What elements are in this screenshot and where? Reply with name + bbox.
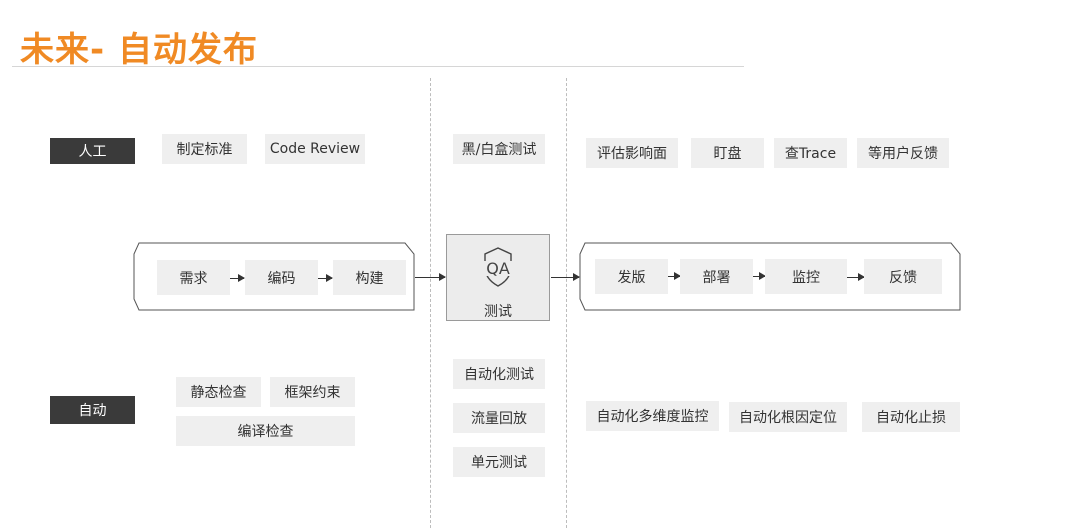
qa-box: QA 测试: [446, 234, 550, 321]
pipeline-feedback: 反馈: [864, 259, 942, 294]
manual-set-standards: 制定标准: [162, 134, 247, 164]
title-divider: [12, 66, 744, 67]
arrow-icon: [230, 274, 245, 282]
pipeline-coding: 编码: [245, 260, 318, 295]
pipeline-build: 构建: [333, 260, 406, 295]
auto-automated-testing: 自动化测试: [453, 359, 545, 389]
manual-wait-feedback: 等用户反馈: [857, 138, 949, 168]
arrow-icon: [318, 274, 333, 282]
auto-root-cause: 自动化根因定位: [729, 402, 847, 432]
arrow-icon: [753, 272, 766, 280]
manual-box-testing: 黑/白盒测试: [453, 134, 545, 164]
divider-dev-qa: [430, 78, 431, 528]
tag-manual: 人工: [50, 138, 135, 164]
manual-code-review: Code Review: [265, 134, 365, 164]
svg-text:QA: QA: [486, 259, 510, 278]
auto-stop-loss: 自动化止损: [862, 402, 960, 432]
pipeline-monitor: 监控: [765, 259, 847, 294]
qa-label: 测试: [484, 304, 512, 320]
arrow-icon: [668, 272, 681, 280]
tag-auto: 自动: [50, 396, 135, 424]
manual-watch-dashboard: 盯盘: [691, 138, 764, 168]
divider-qa-ops: [566, 78, 567, 528]
manual-assess-impact: 评估影响面: [586, 138, 678, 168]
arrow-to-qa-icon: [415, 273, 446, 281]
qa-shield-icon: QA: [478, 247, 518, 287]
auto-multi-dim-monitor: 自动化多维度监控: [586, 401, 719, 431]
auto-static-check: 静态检查: [176, 377, 261, 407]
auto-compile-check: 编译检查: [176, 416, 355, 446]
auto-traffic-replay: 流量回放: [453, 403, 545, 433]
auto-framework-constraint: 框架约束: [270, 377, 355, 407]
pipeline-release: 发版: [595, 259, 668, 294]
arrow-icon: [847, 273, 865, 281]
pipeline-requirements: 需求: [157, 260, 230, 295]
arrow-from-qa-icon: [551, 273, 580, 281]
auto-unit-testing: 单元测试: [453, 447, 545, 477]
page-title: 未来- 自动发布: [20, 30, 258, 70]
pipeline-deploy: 部署: [680, 259, 753, 294]
manual-check-trace: 查Trace: [774, 138, 847, 168]
